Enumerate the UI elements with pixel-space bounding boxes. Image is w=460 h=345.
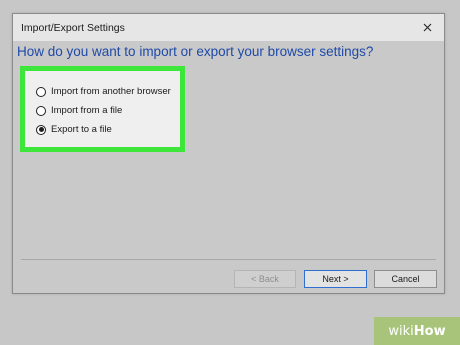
- back-button[interactable]: < Back: [234, 270, 296, 288]
- cancel-button[interactable]: Cancel: [374, 270, 437, 288]
- radio-dot: [38, 127, 44, 132]
- option-import-from-browser[interactable]: Import from another browser: [25, 82, 180, 101]
- next-button[interactable]: Next >: [304, 270, 367, 288]
- option-label: Import from another browser: [51, 86, 171, 97]
- import-export-dialog: Import/Export Settings How do you want t…: [12, 13, 445, 294]
- watermark-wiki: wiki: [388, 323, 414, 339]
- wikihow-watermark: wiki How: [374, 317, 460, 345]
- option-import-from-file[interactable]: Import from a file: [25, 101, 180, 120]
- option-label: Import from a file: [51, 105, 123, 116]
- close-button[interactable]: [418, 19, 436, 37]
- option-label: Export to a file: [51, 124, 112, 135]
- option-export-to-file[interactable]: Export to a file: [25, 120, 180, 139]
- options-group: Import from another browser Import from …: [20, 66, 185, 152]
- close-icon: [423, 23, 431, 32]
- dialog-title: Import/Export Settings: [21, 21, 125, 34]
- footer-divider: [21, 259, 436, 260]
- radio-button[interactable]: [36, 86, 46, 97]
- radio-button-selected[interactable]: [36, 124, 46, 135]
- radio-button[interactable]: [36, 105, 46, 116]
- title-bar: Import/Export Settings: [13, 14, 444, 41]
- watermark-how: How: [413, 323, 446, 339]
- dialog-heading: How do you want to import or export your…: [17, 44, 374, 59]
